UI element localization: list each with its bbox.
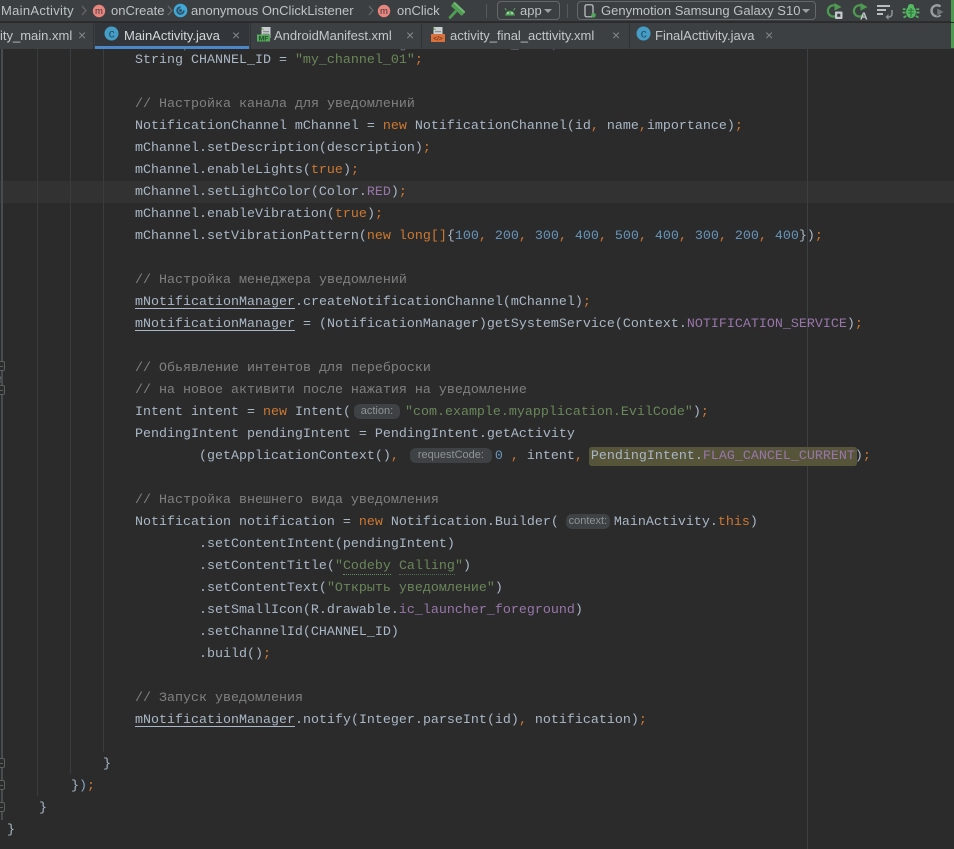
svg-text:</>: </> (433, 35, 443, 42)
svg-text:m: m (95, 6, 103, 17)
svg-text:C: C (109, 29, 115, 41)
svg-text:C: C (641, 29, 647, 41)
svg-text:m: m (380, 6, 388, 17)
svg-text:A: A (860, 11, 868, 21)
svg-text:MF: MF (259, 35, 269, 42)
